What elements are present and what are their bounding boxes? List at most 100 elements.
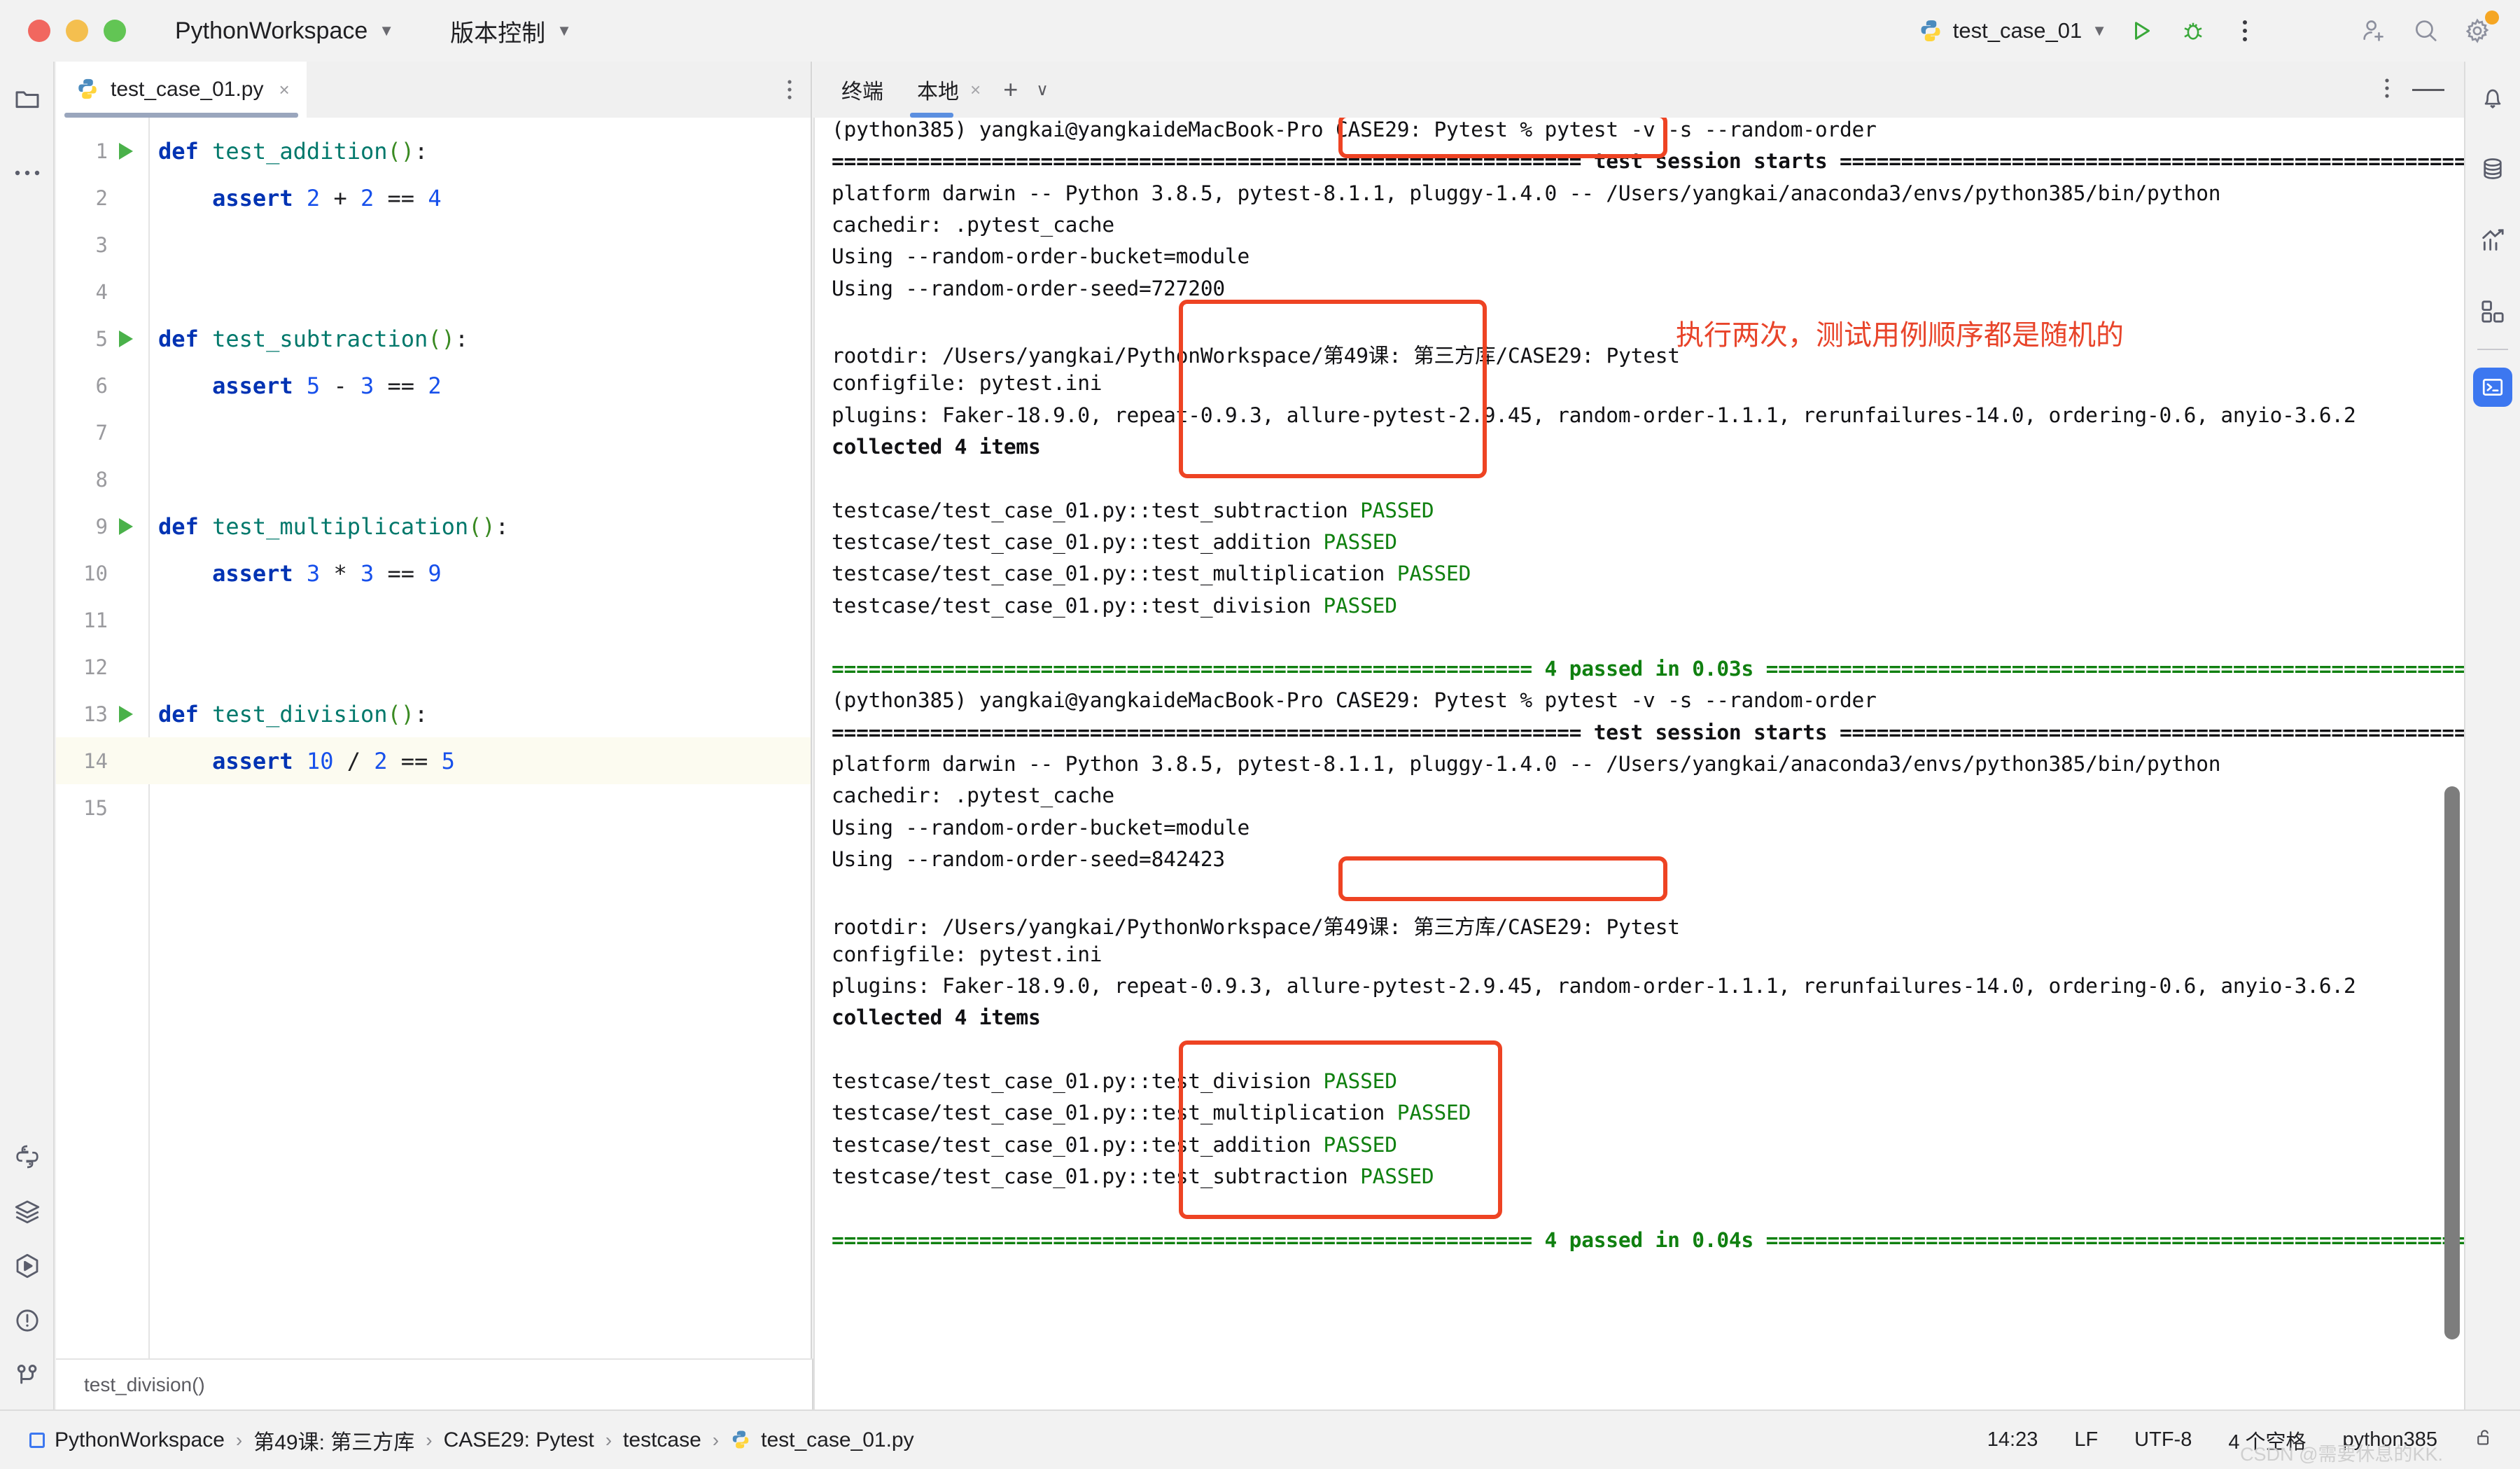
settings-gear-icon[interactable] — [2451, 5, 2503, 57]
file-encoding[interactable]: UTF-8 — [2134, 1428, 2192, 1451]
line-number: 2 — [95, 186, 108, 210]
database-icon[interactable] — [2465, 141, 2520, 196]
breadcrumb-separator: › — [605, 1428, 612, 1451]
line-number: 9 — [95, 514, 108, 538]
run-configuration-selector[interactable]: test_case_01 ▼ — [1910, 13, 2115, 49]
title-bar-right: test_case_01 ▼ — [1910, 0, 2520, 62]
editor-tab-test-case-01[interactable]: test_case_01.py × — [56, 62, 307, 118]
sidebar-item-python-console[interactable] — [0, 1129, 55, 1184]
maximize-window-button[interactable] — [104, 20, 126, 42]
minimize-window-button[interactable] — [66, 20, 88, 42]
project-menu[interactable]: PythonWorkspace ▼ — [168, 12, 401, 50]
sidebar-item-more[interactable] — [0, 146, 55, 200]
code-line[interactable]: 1 def test_addition(): — [56, 127, 811, 174]
project-menu-label: PythonWorkspace — [175, 17, 368, 44]
code-line[interactable]: 13 def test_division(): — [56, 690, 811, 737]
plugins-line: plugins: Faker-18.9.0, repeat-0.9.3, all… — [832, 974, 2356, 998]
terminal-icon[interactable] — [2465, 360, 2520, 415]
breadcrumb-item[interactable]: 第49课: 第三方库 — [245, 1421, 423, 1460]
profiler-chart-icon[interactable] — [2465, 213, 2520, 267]
code-line[interactable]: 15 — [56, 784, 811, 831]
terminal-scrollbar[interactable] — [2444, 786, 2460, 1339]
editor-tab-options-icon[interactable] — [769, 62, 811, 118]
sidebar-item-services[interactable] — [0, 1184, 55, 1239]
vcs-menu[interactable]: 版本控制 ▼ — [443, 8, 579, 54]
test-result-line: testcase/test_case_01.py::test_addition … — [832, 1132, 1397, 1157]
summary-line: ========================================… — [832, 1227, 2464, 1252]
random-order-bucket-line: Using --random-order-bucket=module — [832, 815, 1250, 840]
breadcrumb-item[interactable]: test_case_01.py — [722, 1424, 922, 1456]
plugins-grid-icon[interactable] — [2465, 284, 2520, 339]
code-line[interactable]: 4 — [56, 268, 811, 315]
close-icon[interactable]: × — [970, 79, 981, 101]
code-text: assert 5 - 3 == 2 — [212, 372, 442, 399]
line-number: 6 — [95, 373, 108, 398]
terminal-tab-local[interactable]: 本地 × — [909, 62, 985, 118]
lock-open-icon[interactable] — [2474, 1427, 2495, 1454]
run-test-gutter-icon[interactable] — [112, 517, 140, 535]
code-editor[interactable]: 1 def test_addition(): 2 assert 2 + 2 == 4… — [56, 118, 811, 1409]
run-test-gutter-icon[interactable] — [112, 330, 140, 347]
debug-button[interactable] — [2167, 5, 2219, 57]
editor-panel: test_case_01.py × 1 def test_addition(): 2… — [56, 62, 812, 1409]
sidebar-item-project[interactable] — [0, 71, 55, 126]
code-line[interactable]: 9 def test_multiplication(): — [56, 503, 811, 550]
editor-tab-label: test_case_01.py — [111, 78, 264, 101]
notifications-bell-icon[interactable] — [2465, 70, 2520, 125]
minimize-icon[interactable] — [2412, 88, 2444, 91]
chevron-down-icon[interactable]: ∨ — [1036, 80, 1049, 100]
line-number: 8 — [95, 467, 108, 492]
sidebar-item-problems[interactable] — [0, 1293, 55, 1348]
run-configuration-label: test_case_01 — [1952, 18, 2082, 43]
run-test-gutter-icon[interactable] — [112, 705, 140, 723]
code-line[interactable]: 6 assert 5 - 3 == 2 — [56, 362, 811, 409]
sidebar-item-run[interactable] — [0, 1239, 55, 1293]
test-result-line: testcase/test_case_01.py::test_division … — [832, 1069, 1397, 1093]
run-test-gutter-icon[interactable] — [112, 142, 140, 160]
right-tool-rail — [2464, 62, 2520, 1409]
test-result-line: testcase/test_case_01.py::test_division … — [832, 593, 1397, 618]
code-line[interactable]: 2 assert 2 + 2 == 4 — [56, 174, 811, 221]
breadcrumb-item[interactable]: PythonWorkspace — [21, 1424, 233, 1456]
code-line[interactable]: 5 def test_subtraction(): — [56, 315, 811, 362]
collected-line: collected 4 items — [832, 1005, 1041, 1030]
sidebar-item-version-control[interactable] — [0, 1348, 55, 1402]
random-order-bucket-line: Using --random-order-bucket=module — [832, 244, 1250, 269]
search-icon[interactable] — [2400, 5, 2451, 57]
terminal-prompt-line: (python385) yangkai@yangkaideMacBook-Pro… — [832, 688, 1877, 713]
breadcrumb-label: test_case_01.py — [761, 1428, 914, 1451]
breadcrumb-item[interactable]: CASE29: Pytest — [435, 1424, 603, 1456]
line-number: 1 — [95, 139, 108, 163]
test-result-line: testcase/test_case_01.py::test_multiplic… — [832, 1101, 1471, 1125]
code-line[interactable]: 3 — [56, 221, 811, 268]
code-text: def test_addition(): — [158, 137, 428, 165]
code-line[interactable]: 8 — [56, 456, 811, 503]
line-number: 14 — [83, 749, 108, 773]
caret-position[interactable]: 14:23 — [1987, 1428, 2038, 1451]
line-number: 12 — [83, 655, 108, 679]
window-controls[interactable] — [28, 20, 126, 42]
python-file-icon — [76, 77, 101, 102]
breadcrumb-item[interactable]: testcase — [615, 1424, 710, 1456]
rail-divider — [2477, 349, 2508, 350]
close-window-button[interactable] — [28, 20, 50, 42]
test-status: PASSED — [1396, 562, 1471, 586]
code-line[interactable]: 7 — [56, 409, 811, 456]
add-terminal-tab-icon[interactable]: + — [1003, 77, 1018, 102]
close-icon[interactable]: × — [279, 79, 289, 101]
line-separator[interactable]: LF — [2074, 1428, 2098, 1451]
python-file-icon — [1918, 18, 1943, 43]
terminal-header-actions — [2384, 62, 2444, 118]
line-number: 3 — [95, 232, 108, 257]
code-line[interactable]: 11 — [56, 597, 811, 643]
code-line[interactable]: 10 assert 3 * 3 == 9 — [56, 550, 811, 597]
code-line[interactable]: 14 assert 10 / 2 == 5 — [56, 737, 811, 784]
terminal-options-icon[interactable] — [2384, 78, 2390, 102]
terminal-output[interactable]: ✔ (python385) yangkai@yangkaideMacBook-P… — [813, 118, 2464, 1409]
run-button[interactable] — [2115, 5, 2167, 57]
chevron-down-icon: ▼ — [2092, 22, 2107, 39]
more-actions-button[interactable] — [2219, 5, 2271, 57]
code-line[interactable]: 12 — [56, 643, 811, 690]
add-user-icon[interactable] — [2348, 5, 2400, 57]
terminal-prompt-line: (python385) yangkai@yangkaideMacBook-Pro… — [832, 118, 1877, 141]
